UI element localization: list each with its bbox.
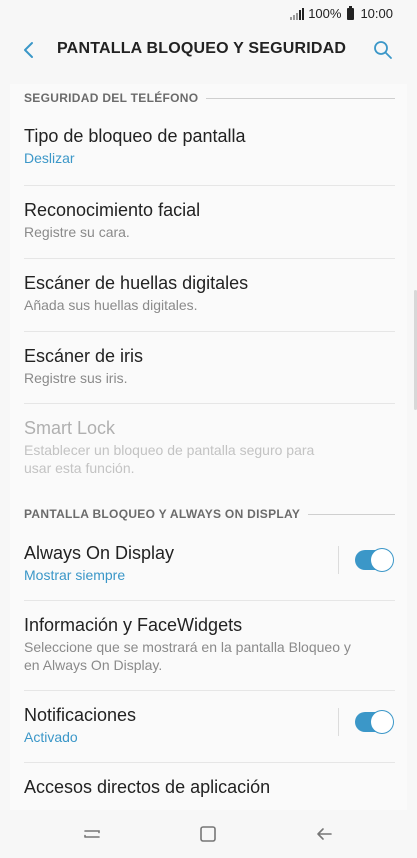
setting-summary: Deslizar	[24, 150, 75, 166]
section-header-label: SEGURIDAD DEL TELÉFONO	[24, 91, 199, 105]
setting-title: Escáner de iris	[24, 346, 144, 366]
device-screen: 100% 10:00 PANTALLA BLOQUEO Y SEGURIDAD …	[0, 0, 417, 858]
back-nav-button[interactable]	[310, 822, 338, 846]
navigation-bar	[0, 810, 417, 858]
setting-summary-line-2: usar esta función.	[24, 460, 135, 476]
vertical-divider	[338, 546, 339, 574]
battery-percent: 100%	[308, 6, 342, 21]
setting-screen-lock-type[interactable]: Tipo de bloqueo de pantalla Deslizar	[10, 112, 407, 186]
toggle-area	[338, 543, 393, 577]
setting-summary: Registre su cara.	[24, 224, 130, 240]
back-arrow-icon	[317, 828, 332, 840]
home-icon	[200, 826, 216, 842]
app-bar: PANTALLA BLOQUEO Y SEGURIDAD	[0, 28, 417, 72]
setting-title: Información y FaceWidgets	[24, 615, 243, 635]
settings-list: SEGURIDAD DEL TELÉFONO Tipo de bloqueo d…	[10, 84, 407, 810]
notifications-toggle[interactable]	[355, 711, 393, 733]
section-header-lock-aod: PANTALLA BLOQUEO Y ALWAYS ON DISPLAY	[10, 499, 407, 529]
section-header-label: PANTALLA BLOQUEO Y ALWAYS ON DISPLAY	[24, 507, 301, 521]
vertical-divider	[338, 708, 339, 736]
setting-face-recognition[interactable]: Reconocimiento facial Registre su cara.	[10, 186, 407, 259]
section-divider	[206, 97, 395, 99]
clock: 10:00	[360, 6, 393, 21]
setting-title: Smart Lock	[24, 418, 116, 438]
status-bar: 100% 10:00	[0, 0, 417, 28]
signal-icon	[290, 7, 305, 20]
setting-summary-line-1: Seleccione que se mostrará en la pantall…	[24, 639, 351, 655]
setting-summary-line-2: en Always On Display.	[24, 657, 163, 673]
setting-summary: Registre sus iris.	[24, 370, 128, 386]
setting-notifications[interactable]: Notificaciones Activado	[10, 691, 407, 763]
status-indicators: 100% 10:00	[290, 5, 393, 21]
setting-title: Tipo de bloqueo de pantalla	[24, 126, 246, 146]
recent-apps-icon	[84, 830, 100, 838]
section-header-phone-security: SEGURIDAD DEL TELÉFONO	[10, 84, 407, 112]
toggle-area	[338, 705, 393, 739]
page-title: PANTALLA BLOQUEO Y SEGURIDAD	[57, 40, 347, 57]
setting-title: Reconocimiento facial	[24, 200, 201, 220]
section-divider	[308, 513, 395, 515]
back-button[interactable]	[14, 36, 42, 64]
setting-smart-lock: Smart Lock Establecer un bloqueo de pant…	[10, 404, 407, 499]
setting-summary: Añada sus huellas digitales.	[24, 297, 198, 313]
setting-iris-scanner[interactable]: Escáner de iris Registre sus iris.	[10, 332, 407, 404]
setting-title: Accesos directos de aplicación	[24, 777, 271, 797]
always-on-display-toggle[interactable]	[355, 549, 393, 571]
setting-info-facewidgets[interactable]: Información y FaceWidgets Seleccione que…	[10, 601, 407, 691]
search-button[interactable]	[369, 36, 397, 64]
setting-summary-line-1: Establecer un bloqueo de pantalla seguro…	[24, 442, 315, 458]
setting-app-shortcuts[interactable]: Accesos directos de aplicación	[10, 763, 407, 803]
setting-always-on-display[interactable]: Always On Display Mostrar siempre	[10, 529, 407, 601]
setting-title: Escáner de huellas digitales	[24, 273, 249, 293]
recent-apps-button[interactable]	[78, 822, 106, 846]
home-button[interactable]	[194, 822, 222, 846]
setting-fingerprint-scanner[interactable]: Escáner de huellas digitales Añada sus h…	[10, 259, 407, 332]
search-icon	[374, 41, 392, 59]
battery-icon	[347, 5, 355, 20]
chevron-left-icon	[24, 42, 33, 58]
